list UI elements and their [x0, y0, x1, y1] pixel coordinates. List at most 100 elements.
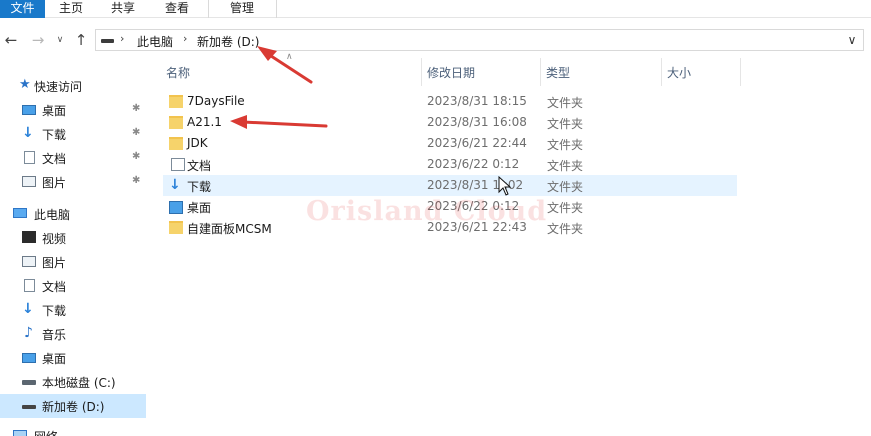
sidebar-item-label: 下载	[42, 304, 67, 318]
sidebar-item-downloads[interactable]: ↓ 下载	[0, 298, 146, 322]
sidebar-item-desktop[interactable]: 桌面	[0, 346, 146, 370]
file-row-jdk[interactable]: JDK 2023/6/21 22:44 文件夹	[163, 133, 737, 154]
column-header-type[interactable]: 类型	[541, 58, 661, 86]
back-arrow-icon[interactable]: ←	[2, 30, 20, 50]
breadcrumb-chevron-icon[interactable]: ›	[120, 32, 124, 45]
file-name: 自建面板MCSM	[187, 222, 272, 236]
folder-icon	[169, 137, 183, 150]
sidebar-item-label: 文档	[42, 280, 67, 294]
sidebar-item-desktop[interactable]: 桌面 ✱	[0, 98, 146, 122]
sidebar-item-pictures[interactable]: 图片	[0, 250, 146, 274]
recent-locations-chevron-icon[interactable]: ∨	[51, 30, 69, 50]
ribbon-divider	[208, 0, 209, 18]
file-type: 文件夹	[547, 180, 584, 194]
file-row-documents[interactable]: 文档 2023/6/22 0:12 文件夹	[163, 154, 737, 175]
file-type: 文件夹	[547, 222, 584, 236]
column-header-label: 修改日期	[427, 66, 476, 80]
file-type: 文件夹	[547, 201, 584, 215]
sidebar-item-label: 音乐	[42, 328, 67, 342]
sidebar-item-this-pc[interactable]: 此电脑	[0, 202, 146, 226]
sidebar-item-label: 图片	[42, 256, 67, 270]
network-icon	[13, 430, 27, 436]
ribbon-tab-bar: 文件 主页 共享 查看 管理	[0, 0, 871, 18]
document-icon	[24, 151, 35, 164]
file-type: 文件夹	[547, 138, 584, 152]
picture-icon	[22, 256, 36, 267]
watermark: Orisland Cloud	[306, 196, 548, 227]
file-name: 下载	[187, 180, 212, 194]
pin-icon[interactable]: ✱	[132, 151, 140, 162]
breadcrumb-new-volume-d[interactable]: 新加卷 (D:)	[197, 33, 259, 50]
ribbon-divider	[276, 0, 277, 18]
file-modified-date: 2023/6/21 22:44	[427, 136, 527, 150]
drive-icon	[101, 39, 114, 43]
drive-icon	[22, 405, 36, 409]
file-name: 桌面	[187, 201, 212, 215]
tab-view[interactable]: 查看	[158, 0, 196, 18]
column-header-label: 类型	[546, 66, 571, 80]
sidebar-item-pictures[interactable]: 图片 ✱	[0, 170, 146, 194]
file-type: 文件夹	[547, 96, 584, 110]
this-pc-icon	[13, 208, 27, 218]
pin-icon[interactable]: ✱	[132, 127, 140, 138]
file-modified-date: 2023/8/31 16:08	[427, 115, 527, 129]
download-arrow-icon: ↓	[22, 301, 34, 317]
sidebar-item-label: 此电脑	[34, 208, 71, 222]
column-divider[interactable]	[740, 58, 741, 86]
file-row-downloads[interactable]: ↓ 下载 2023/8/31 1 :02 文件夹	[163, 175, 737, 196]
sidebar-item-documents[interactable]: 文档 ✱	[0, 146, 146, 170]
desktop-icon	[22, 105, 36, 115]
tab-share[interactable]: 共享	[104, 0, 142, 18]
sidebar-item-local-disk-c[interactable]: 本地磁盘 (C:)	[0, 370, 146, 394]
sidebar-item-documents[interactable]: 文档	[0, 274, 146, 298]
sidebar-item-quick-access[interactable]: ★ 快速访问	[0, 74, 146, 98]
sidebar-item-network[interactable]: 网络	[0, 424, 146, 436]
quick-access-star-icon: ★	[19, 77, 31, 92]
download-arrow-icon: ↓	[22, 125, 34, 141]
column-header-date[interactable]: 修改日期	[422, 58, 540, 86]
sidebar-item-label: 网络	[34, 428, 58, 436]
file-modified-date: 2023/6/22 0:12	[427, 157, 520, 171]
mouse-cursor-icon	[498, 176, 512, 196]
address-bar[interactable]: › 此电脑 › 新加卷 (D:) ∨	[95, 29, 864, 51]
column-header-name[interactable]: 名称	[160, 58, 422, 86]
address-history-chevron-icon[interactable]: ∨	[843, 31, 861, 49]
navigation-bar: ← → ∨ ↑ › 此电脑 › 新加卷 (D:) ∨	[0, 26, 871, 54]
sidebar-item-label: 图片	[42, 176, 67, 190]
file-row-7daysfile[interactable]: 7DaysFile 2023/8/31 18:15 文件夹	[163, 91, 737, 112]
sidebar-item-label: 快速访问	[34, 80, 83, 94]
sidebar-item-videos[interactable]: 视频	[0, 226, 146, 250]
tab-manage[interactable]: 管理	[222, 0, 262, 18]
video-icon	[22, 231, 36, 243]
tab-file[interactable]: 文件	[0, 0, 45, 18]
desktop-icon	[169, 201, 183, 214]
sidebar-item-label: 本地磁盘 (C:)	[42, 376, 116, 390]
breadcrumb-chevron-icon[interactable]: ›	[183, 32, 187, 45]
download-arrow-icon: ↓	[169, 177, 181, 193]
desktop-icon	[22, 353, 36, 363]
sidebar-item-music[interactable]: ♪ 音乐	[0, 322, 146, 346]
file-row-a21-1[interactable]: A21.1 2023/8/31 16:08 文件夹	[163, 112, 737, 133]
sidebar-item-new-volume-d[interactable]: 新加卷 (D:)	[0, 394, 146, 418]
file-name: JDK	[187, 136, 208, 150]
local-disk-icon	[22, 380, 36, 385]
up-arrow-icon[interactable]: ↑	[72, 30, 90, 50]
column-header-label: 名称	[166, 66, 191, 80]
pin-icon[interactable]: ✱	[132, 103, 140, 114]
sidebar-item-downloads[interactable]: ↓ 下载 ✱	[0, 122, 146, 146]
column-header-label: 大小	[667, 66, 692, 80]
pin-icon[interactable]: ✱	[132, 175, 140, 186]
folder-icon	[169, 95, 183, 108]
column-header-size[interactable]: 大小	[662, 58, 740, 86]
file-type: 文件夹	[547, 117, 584, 131]
forward-arrow-icon[interactable]: →	[29, 30, 47, 50]
document-icon	[171, 158, 185, 171]
sidebar-item-label: 新加卷 (D:)	[42, 400, 105, 414]
picture-icon	[22, 176, 36, 187]
sidebar-item-label: 下载	[42, 128, 67, 142]
tab-home[interactable]: 主页	[52, 0, 90, 18]
folder-icon	[169, 221, 183, 234]
music-note-icon: ♪	[24, 325, 33, 341]
breadcrumb-this-pc[interactable]: 此电脑	[137, 33, 173, 50]
sidebar-item-label: 桌面	[42, 104, 67, 118]
